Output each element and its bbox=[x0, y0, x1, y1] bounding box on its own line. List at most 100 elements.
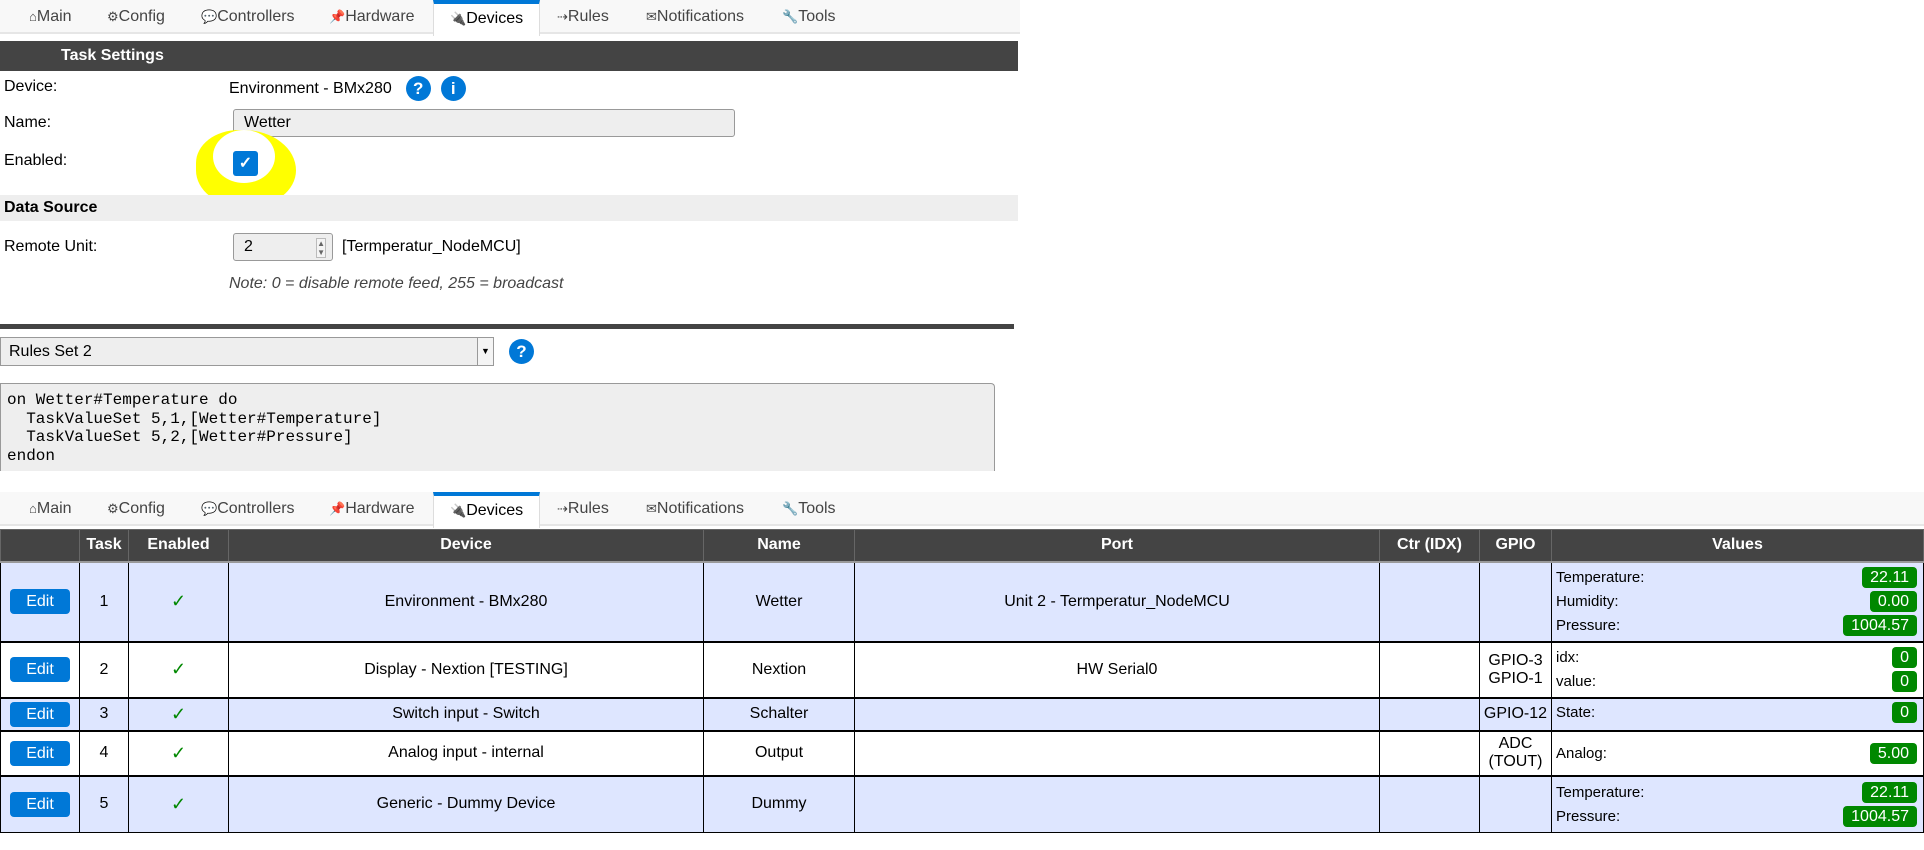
gpio-pin: GPIO-3 bbox=[1488, 651, 1543, 669]
checkmark-icon: ✓ bbox=[170, 703, 187, 724]
spinner-arrows-icon[interactable]: ▲ ▼ bbox=[316, 238, 326, 258]
info-icon[interactable]: i bbox=[440, 76, 466, 101]
value-badge: 22.11 bbox=[1862, 567, 1917, 588]
tab-config[interactable]: ⚙Config bbox=[107, 492, 165, 526]
remote-unit-input[interactable]: 2 ▲ ▼ bbox=[233, 233, 333, 261]
task-name: Schalter bbox=[703, 696, 855, 731]
edit-button[interactable]: Edit bbox=[10, 701, 70, 727]
rules-set-select[interactable]: Rules Set 2 ▼ bbox=[0, 337, 494, 366]
port: HW Serial0 bbox=[854, 640, 1380, 698]
column-header: Name bbox=[703, 529, 855, 563]
wrench-icon: 🔧 bbox=[782, 9, 799, 24]
device-name: Analog input - internal bbox=[228, 729, 704, 776]
edit-cell: Edit bbox=[0, 774, 80, 833]
value-badge: 22.11 bbox=[1862, 781, 1917, 803]
task-number: 1 bbox=[79, 560, 129, 642]
column-header: GPIO bbox=[1479, 529, 1552, 563]
tab-config[interactable]: ⚙Config bbox=[107, 0, 165, 34]
table-row: Edit 4 ✓ Analog input - internal Output ADC (T… bbox=[0, 729, 1924, 776]
tab-notifications[interactable]: ✉Notifications bbox=[646, 492, 744, 526]
value-badge: 0 bbox=[1892, 671, 1917, 692]
devices-nav-bar: ⌂Main ⚙Config 💬Controllers 📌Hardware 🔌Device… bbox=[0, 492, 1924, 528]
device-info: Environment - BMx280 ? i bbox=[229, 76, 466, 101]
port: Unit 2 - Termperatur_NodeMCU bbox=[854, 560, 1380, 642]
chevron-down-icon[interactable]: ▼ bbox=[477, 338, 493, 365]
tab-label: Hardware bbox=[345, 8, 415, 25]
ctr-idx bbox=[1379, 560, 1480, 642]
checkmark-icon: ✓ bbox=[170, 793, 187, 814]
tab-devices[interactable]: 🔌Devices bbox=[433, 0, 541, 36]
tab-rules[interactable]: ⇢Rules bbox=[557, 0, 609, 34]
rules-help-icon[interactable]: ? bbox=[509, 339, 534, 364]
remote-unit-label: Remote Unit: bbox=[4, 238, 98, 255]
tab-label: Hardware bbox=[345, 500, 415, 517]
enabled-cell: ✓ bbox=[128, 729, 229, 776]
tab-label: Controllers bbox=[217, 500, 295, 517]
tab-hardware[interactable]: 📌Hardware bbox=[329, 0, 415, 34]
enabled-label: Enabled: bbox=[4, 152, 68, 169]
name-label: Name: bbox=[4, 114, 52, 131]
task-number: 4 bbox=[79, 729, 129, 776]
enabled-cell: ✓ bbox=[128, 640, 229, 698]
tab-main[interactable]: ⌂Main bbox=[29, 492, 72, 526]
tab-notifications[interactable]: ✉Notifications bbox=[646, 0, 744, 34]
enabled-checkbox[interactable]: ✓ bbox=[233, 151, 258, 176]
ctr-idx bbox=[1379, 774, 1480, 833]
port bbox=[854, 696, 1380, 731]
edit-button[interactable]: Edit bbox=[10, 657, 70, 682]
tab-label: Devices bbox=[466, 10, 524, 27]
device-name: Generic - Dummy Device bbox=[228, 774, 704, 833]
value-label: State: bbox=[1556, 704, 1596, 721]
tab-tools[interactable]: 🔧Tools bbox=[782, 492, 836, 526]
edit-cell: Edit bbox=[0, 729, 80, 776]
value-label: Pressure: bbox=[1556, 617, 1621, 634]
gpio-pin: GPIO-12 bbox=[1483, 705, 1548, 722]
edit-cell: Edit bbox=[0, 560, 80, 642]
value-line: Analog: 5.00 bbox=[1556, 741, 1917, 765]
speech-bubble-icon: 💬 bbox=[201, 9, 218, 24]
tab-controllers[interactable]: 💬Controllers bbox=[201, 0, 295, 34]
value-line: Pressure: 1004.57 bbox=[1556, 804, 1917, 828]
tab-hardware[interactable]: 📌Hardware bbox=[329, 492, 415, 526]
value-line: Temperature: 22.11 bbox=[1556, 780, 1917, 804]
plug-icon: 🔌 bbox=[450, 503, 467, 518]
device-name: Display - Nextion [TESTING] bbox=[228, 640, 704, 698]
tab-tools[interactable]: 🔧Tools bbox=[782, 0, 836, 34]
name-input[interactable] bbox=[233, 109, 735, 137]
value-badge: 1004.57 bbox=[1843, 615, 1917, 636]
edit-button[interactable]: Edit bbox=[10, 589, 70, 614]
values-cell: State: 0 bbox=[1551, 696, 1924, 731]
top-nav-bar: ⌂Main ⚙Config 💬Controllers 📌Hardware 🔌Device… bbox=[0, 0, 1020, 36]
edit-button[interactable]: Edit bbox=[10, 791, 70, 817]
value-label: value: bbox=[1556, 673, 1597, 690]
gpio-cell bbox=[1479, 774, 1552, 833]
value-badge: 0.00 bbox=[1869, 591, 1917, 612]
gear-icon: ⚙ bbox=[107, 9, 119, 24]
values-cell: Temperature: 22.11 Humidity: 0.00 Pressure: 1… bbox=[1551, 560, 1924, 642]
tab-devices[interactable]: 🔌Devices bbox=[433, 492, 541, 528]
envelope-icon: ✉ bbox=[646, 9, 657, 24]
gpio-pin: (TOUT) bbox=[1488, 753, 1543, 770]
task-number: 5 bbox=[79, 774, 129, 833]
table-row: Edit 1 ✓ Environment - BMx280 Wetter Unit 2 -… bbox=[0, 560, 1924, 642]
enabled-cell: ✓ bbox=[128, 560, 229, 642]
value-line: idx: 0 bbox=[1556, 646, 1917, 670]
column-header: Values bbox=[1551, 529, 1924, 563]
gpio-cell: GPIO-12 bbox=[1479, 696, 1552, 731]
edit-cell: Edit bbox=[0, 640, 80, 698]
edit-button[interactable]: Edit bbox=[10, 740, 70, 766]
tab-label: Notifications bbox=[656, 8, 745, 25]
remote-unit-value: 2 bbox=[244, 238, 253, 255]
port bbox=[854, 729, 1380, 776]
tab-rules[interactable]: ⇢Rules bbox=[557, 492, 609, 526]
column-header bbox=[0, 529, 80, 563]
tab-label: Config bbox=[118, 8, 165, 25]
value-label: Pressure: bbox=[1556, 807, 1621, 825]
rules-set-value: Rules Set 2 bbox=[9, 343, 92, 360]
rules-editor[interactable]: on Wetter#Temperature do TaskValueSet 5,… bbox=[0, 383, 995, 471]
help-icon[interactable]: ? bbox=[405, 76, 431, 101]
tab-main[interactable]: ⌂Main bbox=[29, 0, 72, 34]
checkmark-icon: ✓ bbox=[170, 591, 187, 611]
task-name: Nextion bbox=[703, 640, 855, 698]
tab-controllers[interactable]: 💬Controllers bbox=[201, 492, 295, 526]
